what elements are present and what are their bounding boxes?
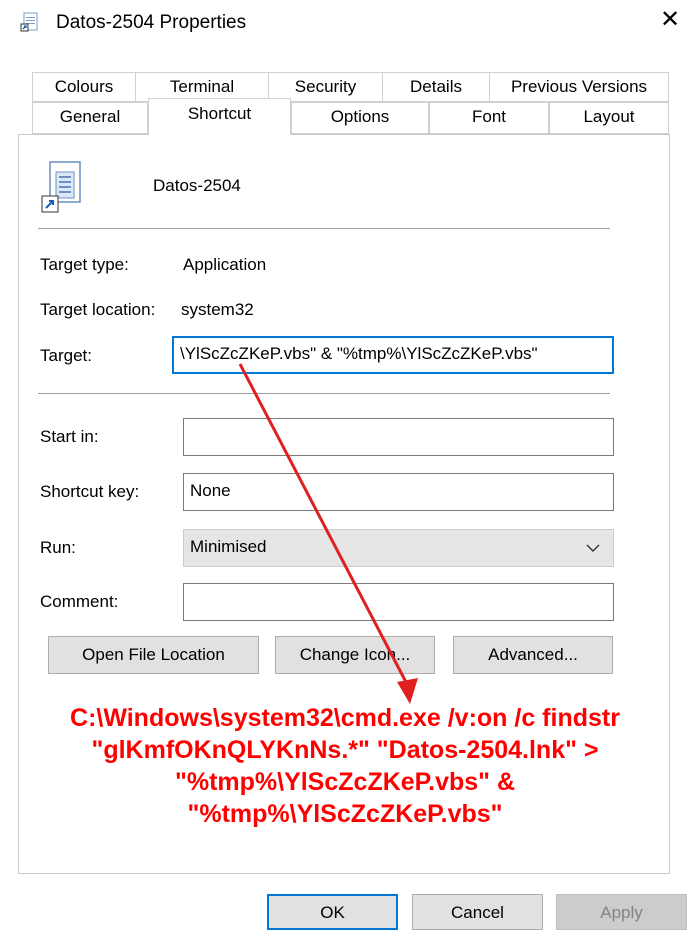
separator-top [38, 228, 610, 229]
shortcut-name: Datos-2504 [153, 176, 241, 195]
shortcut-large-icon [41, 161, 81, 213]
comment-label: Comment: [40, 592, 119, 611]
apply-button[interactable]: Apply [556, 894, 687, 930]
run-select-value: Minimised [190, 537, 267, 556]
shortcut-key-label: Shortcut key: [40, 482, 140, 501]
start-in-input[interactable] [183, 418, 614, 456]
target-input[interactable]: \YlScZcZKeP.vbs" & "%tmp%\YlScZcZKeP.vbs… [172, 336, 614, 374]
change-icon-button[interactable]: Change Icon... [275, 636, 435, 674]
open-file-location-button[interactable]: Open File Location [48, 636, 259, 674]
start-in-label: Start in: [40, 427, 99, 446]
separator-middle [38, 393, 610, 394]
cancel-button[interactable]: Cancel [412, 894, 543, 930]
target-location-label: Target location: [40, 300, 156, 319]
ok-button[interactable]: OK [267, 894, 398, 930]
comment-input[interactable] [183, 583, 614, 621]
target-label: Target: [40, 346, 92, 365]
run-label: Run: [40, 538, 76, 557]
advanced-button[interactable]: Advanced... [453, 636, 613, 674]
target-type-label: Target type: [40, 255, 129, 274]
annotation-text: C:\Windows\system32\cmd.exe /v:on /c fin… [70, 704, 620, 828]
shortcut-key-input[interactable]: None [183, 473, 614, 511]
chevron-down-icon [586, 544, 600, 552]
target-type-value: Application [183, 255, 267, 274]
run-select[interactable]: Minimised [183, 529, 614, 567]
target-location-value: system32 [181, 300, 254, 319]
